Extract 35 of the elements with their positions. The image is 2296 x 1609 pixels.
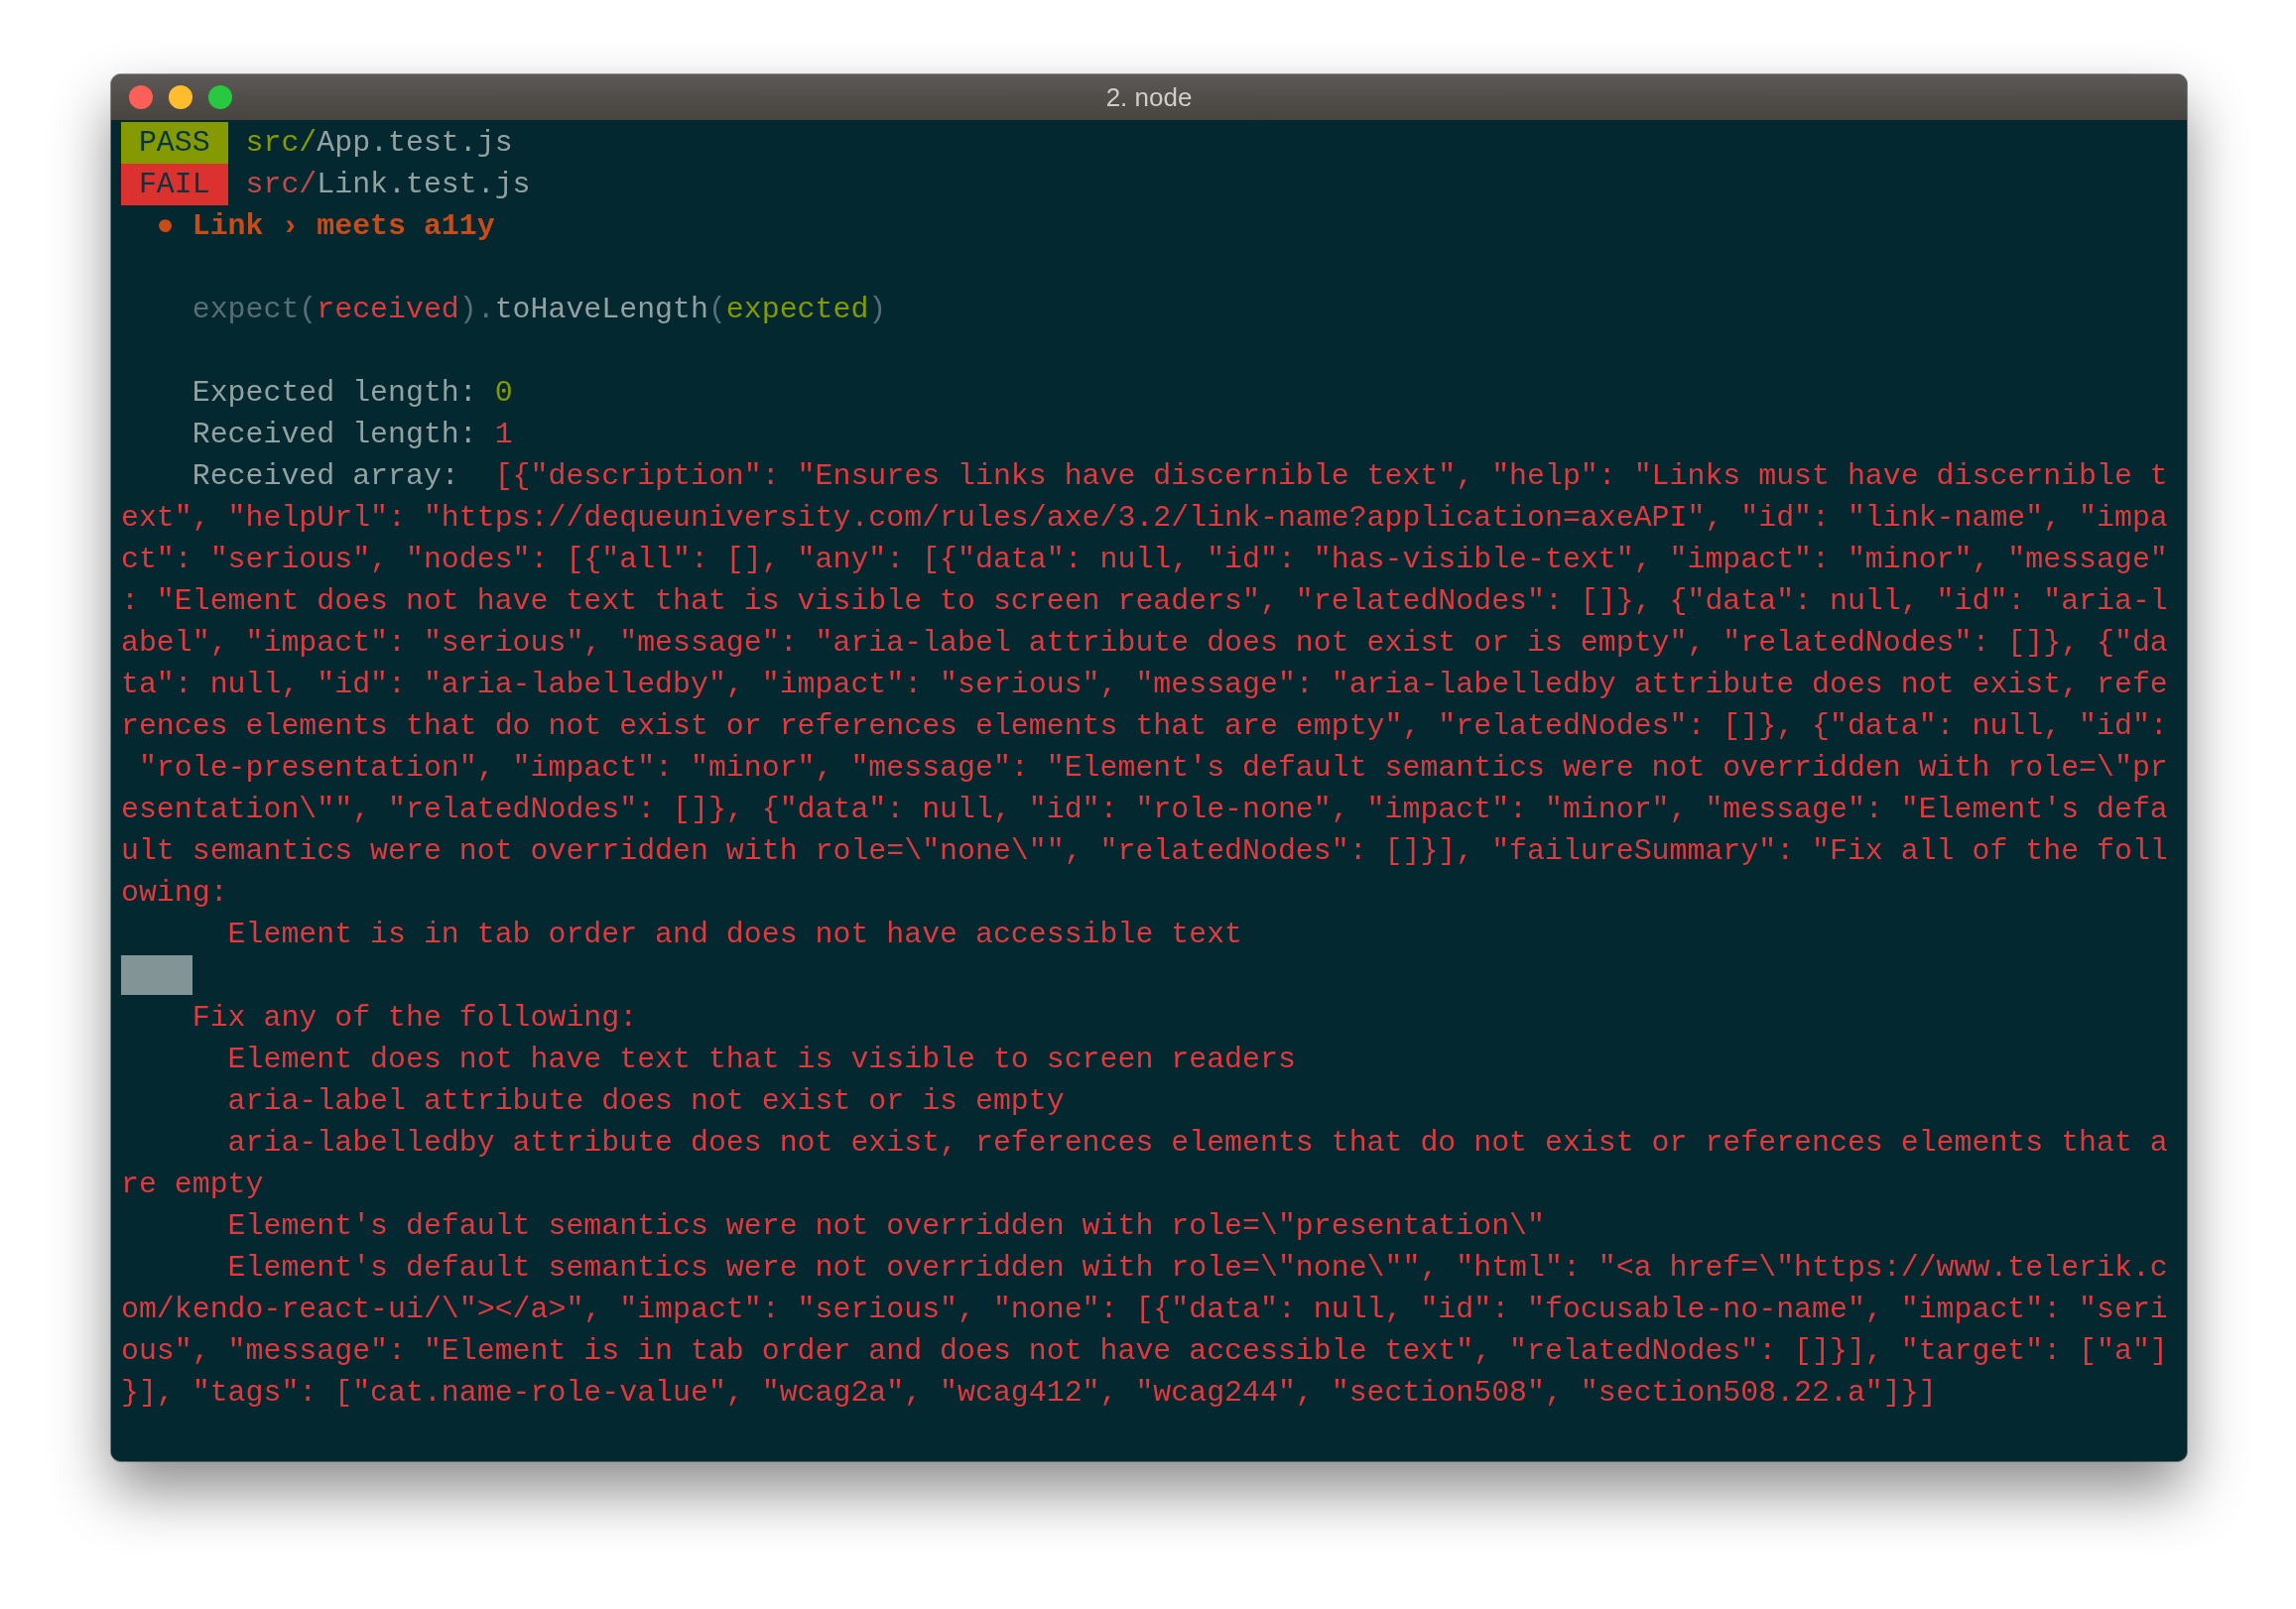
window-title: 2. node	[1105, 81, 1193, 112]
output-line: Received array: [{"description": "Ensures links have discernible text", "help": "Links must have discernible t	[191, 458, 2168, 495]
output-line: ous", "message": "Element is in tab order and does not have accessible text", "relatedNodes": []}], "target": ["a"]	[121, 1333, 2168, 1370]
test-file-path: src/App.test.js	[245, 125, 513, 162]
pass-badge: PASS	[121, 122, 228, 164]
output-line: ult semantics were not overridden with role=\"none\"", "relatedNodes": []}], "failureSummary": "Fix all of the foll	[121, 833, 2168, 870]
output-line: Received length: 1	[191, 417, 513, 453]
output-line: abel", "impact": "serious", "message": "aria-label attribute does not exist or is empty", "relatedNodes": []}, {"da	[121, 625, 2168, 662]
output-line: rences elements that do not exist or references elements that are empty", "relatedNodes": []}, {"data": null, "id":	[121, 708, 2168, 745]
output-line: ct": "serious", "nodes": [{"all": [], "any": [{"data": null, "id": "has-visible-text", "impact": "minor", "message"	[121, 542, 2168, 578]
test-name: ● Link › meets a11y	[156, 208, 495, 245]
output-line: Element's default semantics were not overridden with role=\"none\"", "html": "<a href=\"https://www.telerik.c	[227, 1250, 2168, 1287]
output-line: "role-presentation", "impact": "minor", "message": "Element's default semantics were not overridden with role=\"pr	[137, 750, 2168, 787]
output-line: Expected length: 0	[191, 375, 513, 412]
output-line: ta": null, "id": "aria-labelledby", "impact": "serious", "message": "aria-labelledby attribute does not exist, refe	[121, 667, 2168, 703]
zoom-button[interactable]	[208, 85, 232, 109]
minimize-button[interactable]	[169, 85, 192, 109]
output-line: Element's default semantics were not overridden with role=\"presentation\"	[227, 1208, 1545, 1245]
output-line: om/kendo-react-ui/\"></a>", "impact": "serious", "none": [{"data": null, "id": "focusable-no-name", "impact": "seri	[121, 1292, 2168, 1328]
output-line: owing:	[121, 875, 228, 912]
output-line: aria-labelledby attribute does not exist, references elements that do not exist or references elements that a	[227, 1125, 2168, 1162]
output-line: expect(received).toHaveLength(expected)	[191, 292, 887, 328]
output-line: ext", "helpUrl": "https://dequeuniversity.com/rules/axe/3.2/link-name?application=axeAPI", "id": "link-name", "impa	[121, 500, 2168, 537]
fail-badge: FAIL	[121, 164, 228, 205]
output-line: re empty	[121, 1167, 264, 1203]
output-line: }], "tags": ["cat.name-role-value", "wcag2a", "wcag412", "wcag244", "section508", "section508.22.a"]}]	[121, 1375, 1937, 1412]
output-line: Element is in tab order and does not have accessible text	[227, 917, 1243, 953]
output-line: Element does not have text that is visible to screen readers	[227, 1042, 1296, 1078]
cursor-block	[121, 955, 192, 995]
test-file-path: src/Link.test.js	[245, 167, 531, 203]
output-line: esentation\"", "relatedNodes": []}, {"data": null, "id": "role-none", "impact": "minor", "message": "Element's defa	[121, 792, 2168, 828]
output-line: : "Element does not have text that is visible to screen readers", "relatedNodes": []}, {"data": null, "id": "aria-l	[121, 583, 2168, 620]
close-button[interactable]	[129, 85, 153, 109]
output-line: aria-label attribute does not exist or is empty	[227, 1083, 1065, 1120]
output-line: Fix any of the following:	[191, 1000, 638, 1037]
